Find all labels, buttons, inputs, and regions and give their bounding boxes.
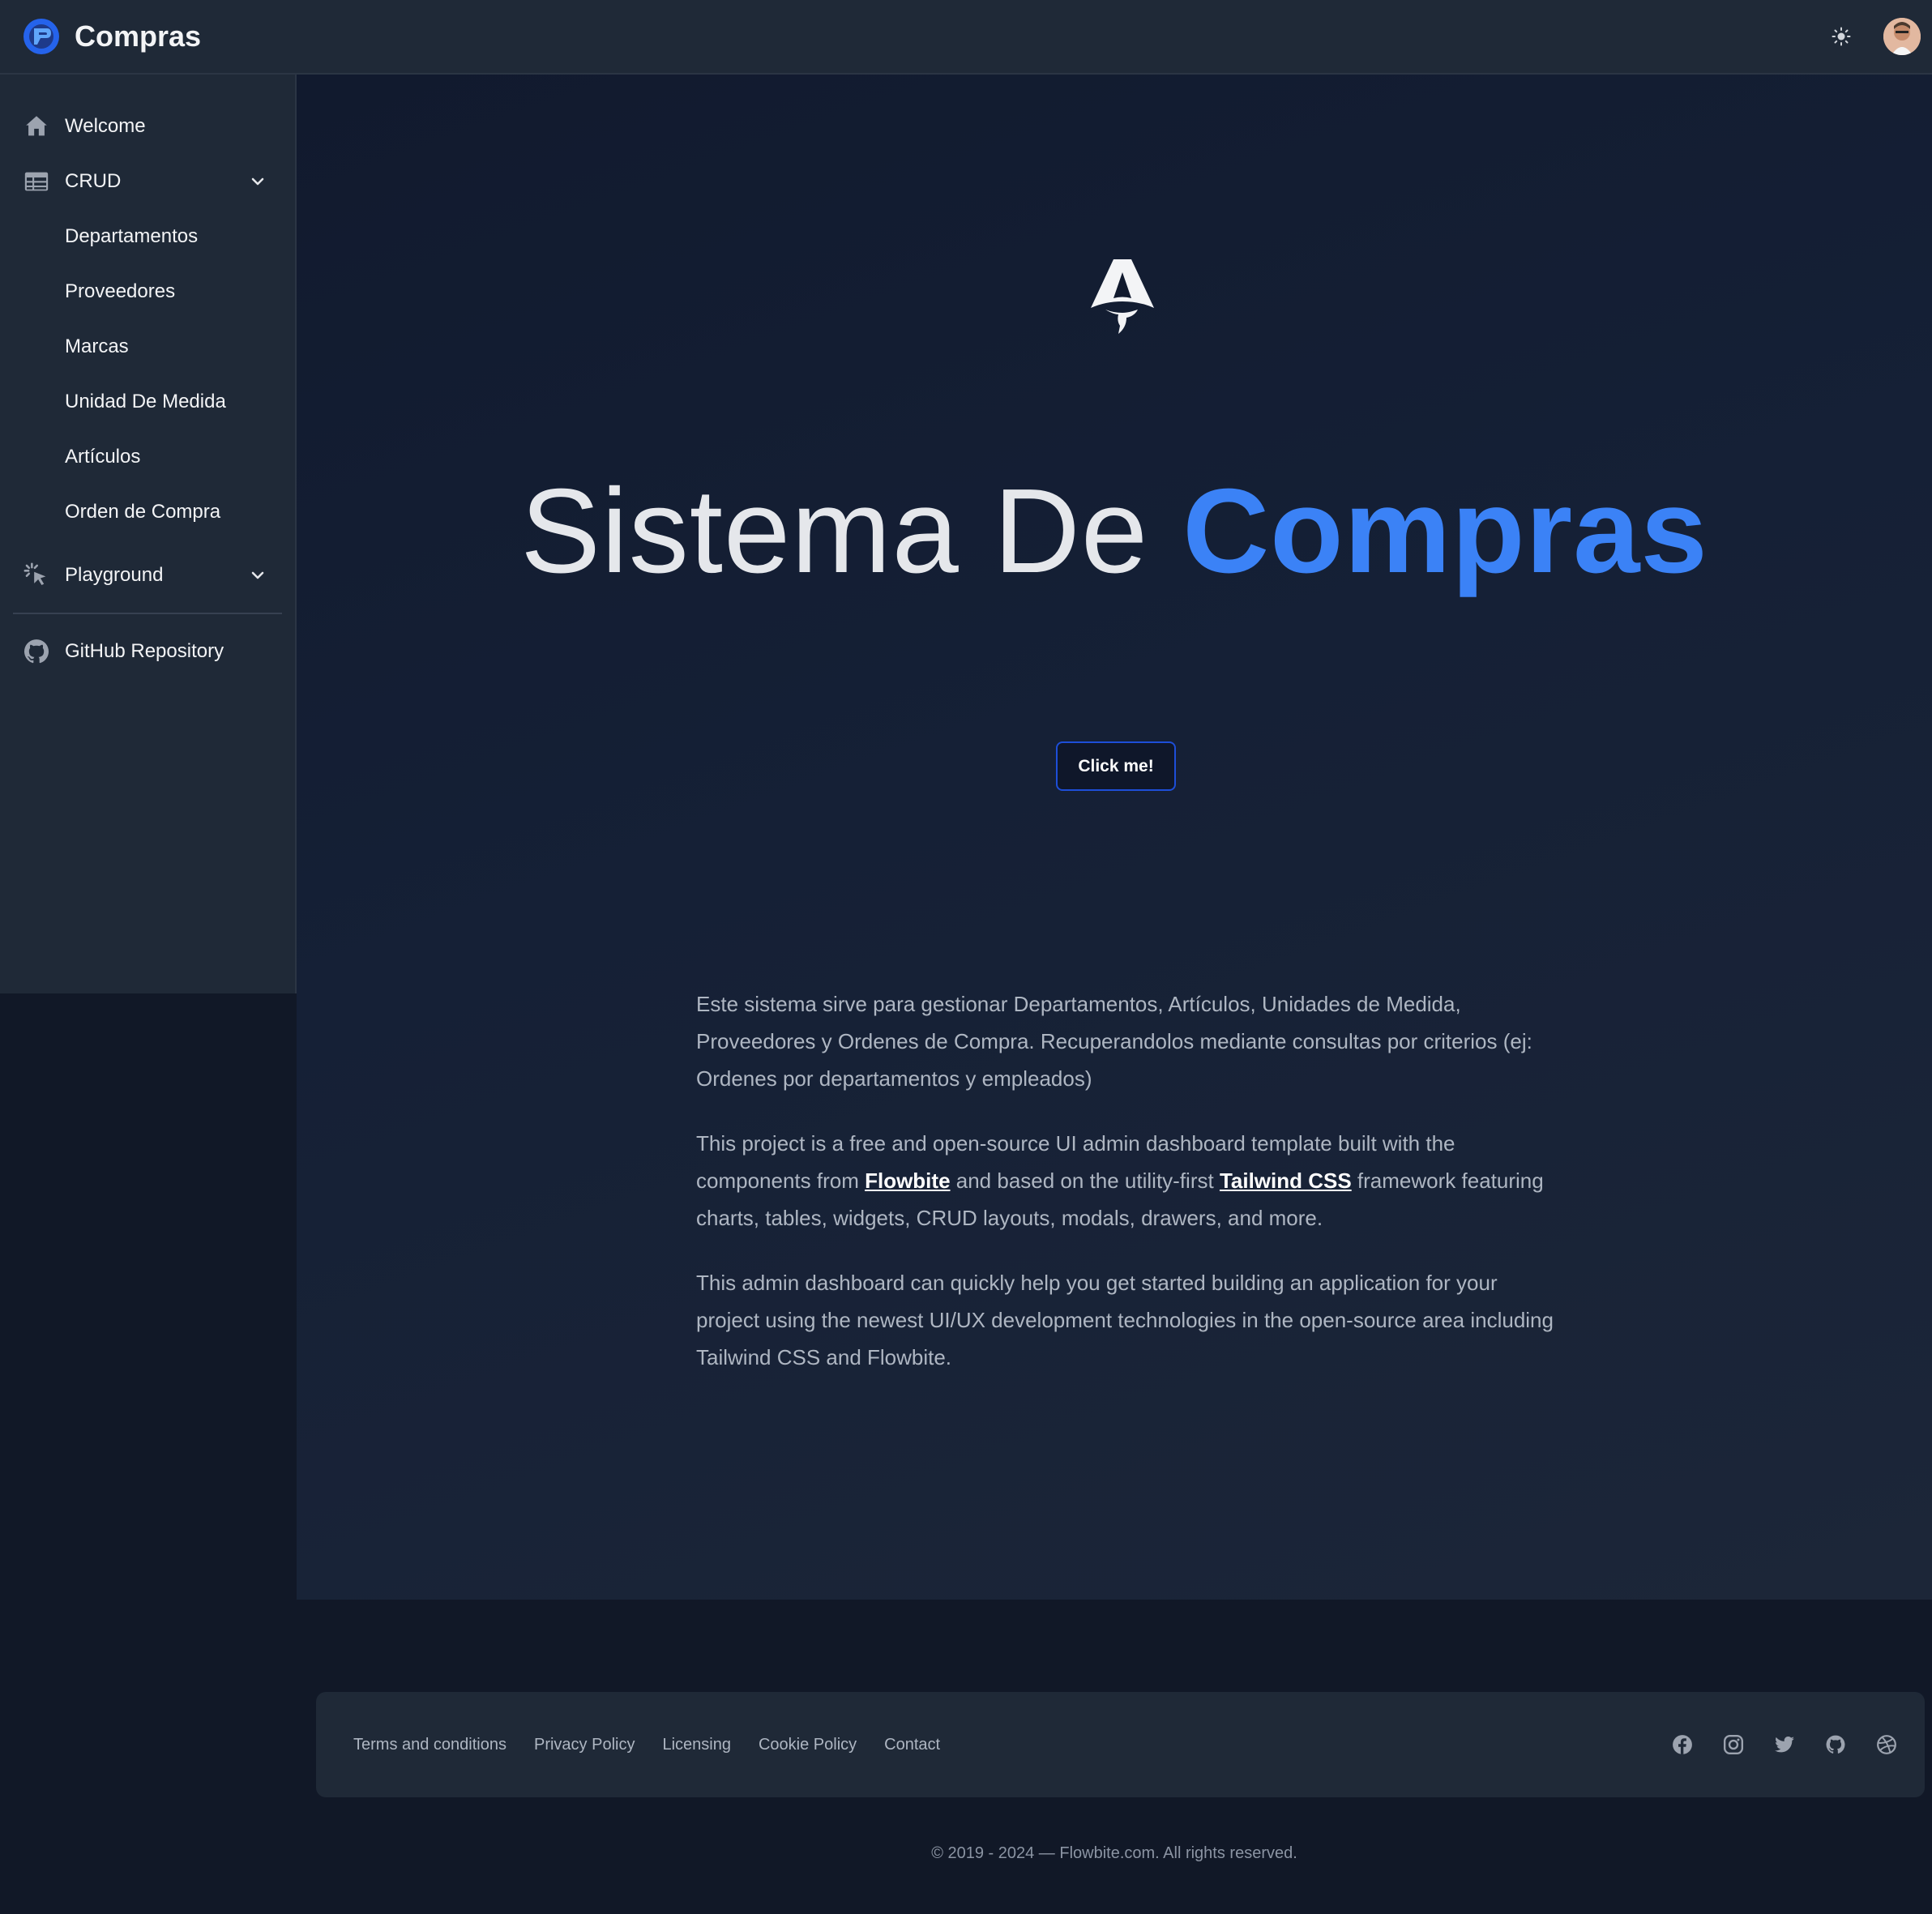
sidebar-item-label: Welcome bbox=[65, 115, 146, 137]
twitter-icon bbox=[1775, 1736, 1794, 1753]
dribbble-icon bbox=[1877, 1735, 1896, 1754]
paragraph-text: and based on the utility-first bbox=[950, 1168, 1220, 1193]
sidebar-subitem-departamentos[interactable]: Departamentos bbox=[0, 209, 295, 264]
sidebar-subitem-unidad-de-medida[interactable]: Unidad De Medida bbox=[0, 374, 295, 429]
github-icon bbox=[24, 639, 49, 664]
astro-logo-icon bbox=[1091, 259, 1154, 334]
footer-link-licensing[interactable]: Licensing bbox=[662, 1736, 731, 1754]
sidebar-item-label: CRUD bbox=[65, 170, 122, 192]
twitter-link[interactable] bbox=[1772, 1732, 1797, 1757]
table-icon bbox=[24, 172, 49, 191]
sidebar-divider bbox=[13, 613, 282, 614]
avatar-image bbox=[1883, 18, 1921, 55]
user-avatar-button[interactable] bbox=[1883, 18, 1921, 55]
github-link[interactable] bbox=[1823, 1732, 1848, 1757]
tailwind-css-link[interactable]: Tailwind CSS bbox=[1220, 1168, 1352, 1193]
footer-link-cookie-policy[interactable]: Cookie Policy bbox=[759, 1736, 857, 1754]
sidebar-subitem-proveedores[interactable]: Proveedores bbox=[0, 264, 295, 319]
facebook-icon bbox=[1673, 1735, 1692, 1754]
sidebar-item-label: GitHub Repository bbox=[65, 640, 224, 662]
github-icon bbox=[1826, 1735, 1845, 1754]
sun-icon bbox=[1832, 27, 1851, 46]
hero-title-accent: Compras bbox=[1182, 464, 1708, 598]
sidebar-subitem-articulos[interactable]: Artículos bbox=[0, 429, 295, 485]
footer-links: Terms and conditions Privacy Policy Lice… bbox=[353, 1736, 968, 1754]
footer-socials bbox=[1643, 1732, 1899, 1757]
copyright-text: © 2019 - 2024 — Flowbite.com. All rights… bbox=[931, 1844, 1297, 1862]
footer: Terms and conditions Privacy Policy Lice… bbox=[316, 1692, 1925, 1797]
dribbble-link[interactable] bbox=[1874, 1732, 1899, 1757]
brand-link[interactable]: Compras bbox=[23, 18, 201, 55]
description-paragraph: This admin dashboard can quickly help yo… bbox=[696, 1271, 1554, 1369]
sidebar-item-label: Playground bbox=[65, 564, 164, 586]
app-title: Compras bbox=[75, 19, 202, 53]
instagram-link[interactable] bbox=[1721, 1732, 1746, 1757]
footer-link-terms[interactable]: Terms and conditions bbox=[353, 1736, 507, 1754]
sidebar-nav: Welcome CRUD Departamentos Proveedores M… bbox=[0, 75, 295, 679]
brand-logo-icon bbox=[24, 19, 59, 54]
sidebar-item-crud[interactable]: CRUD bbox=[0, 154, 295, 209]
theme-toggle-button[interactable] bbox=[1823, 19, 1859, 54]
home-icon bbox=[26, 116, 47, 136]
hero-title: Sistema De Compras bbox=[297, 472, 1932, 592]
top-navbar: Compras bbox=[0, 0, 1932, 75]
description-paragraph: Este sistema sirve para gestionar Depart… bbox=[696, 992, 1532, 1091]
main-content: Sistema De Compras Click me! Este sistem… bbox=[297, 75, 1932, 1600]
chevron-down-icon bbox=[251, 571, 264, 579]
sidebar-item-welcome[interactable]: Welcome bbox=[0, 99, 295, 154]
footer-link-privacy-policy[interactable]: Privacy Policy bbox=[534, 1736, 635, 1754]
sidebar-item-playground[interactable]: Playground bbox=[0, 548, 295, 603]
sidebar-subitem-marcas[interactable]: Marcas bbox=[0, 319, 295, 374]
cursor-click-icon bbox=[24, 562, 46, 586]
instagram-icon bbox=[1723, 1734, 1744, 1755]
sidebar: Welcome CRUD Departamentos Proveedores M… bbox=[0, 75, 297, 993]
description-section: Este sistema sirve para gestionar Depart… bbox=[696, 985, 1555, 1403]
facebook-link[interactable] bbox=[1670, 1732, 1695, 1757]
hero-title-prefix: Sistema De bbox=[520, 464, 1149, 598]
chevron-down-icon bbox=[251, 177, 264, 186]
click-me-button[interactable]: Click me! bbox=[1056, 741, 1176, 791]
sidebar-subitem-orden-de-compra[interactable]: Orden de Compra bbox=[0, 485, 295, 540]
description-paragraph: This project is a free and open-source U… bbox=[696, 1125, 1555, 1237]
flowbite-link[interactable]: Flowbite bbox=[865, 1168, 950, 1193]
footer-link-contact[interactable]: Contact bbox=[884, 1736, 940, 1754]
sidebar-item-github-repository[interactable]: GitHub Repository bbox=[0, 624, 295, 679]
